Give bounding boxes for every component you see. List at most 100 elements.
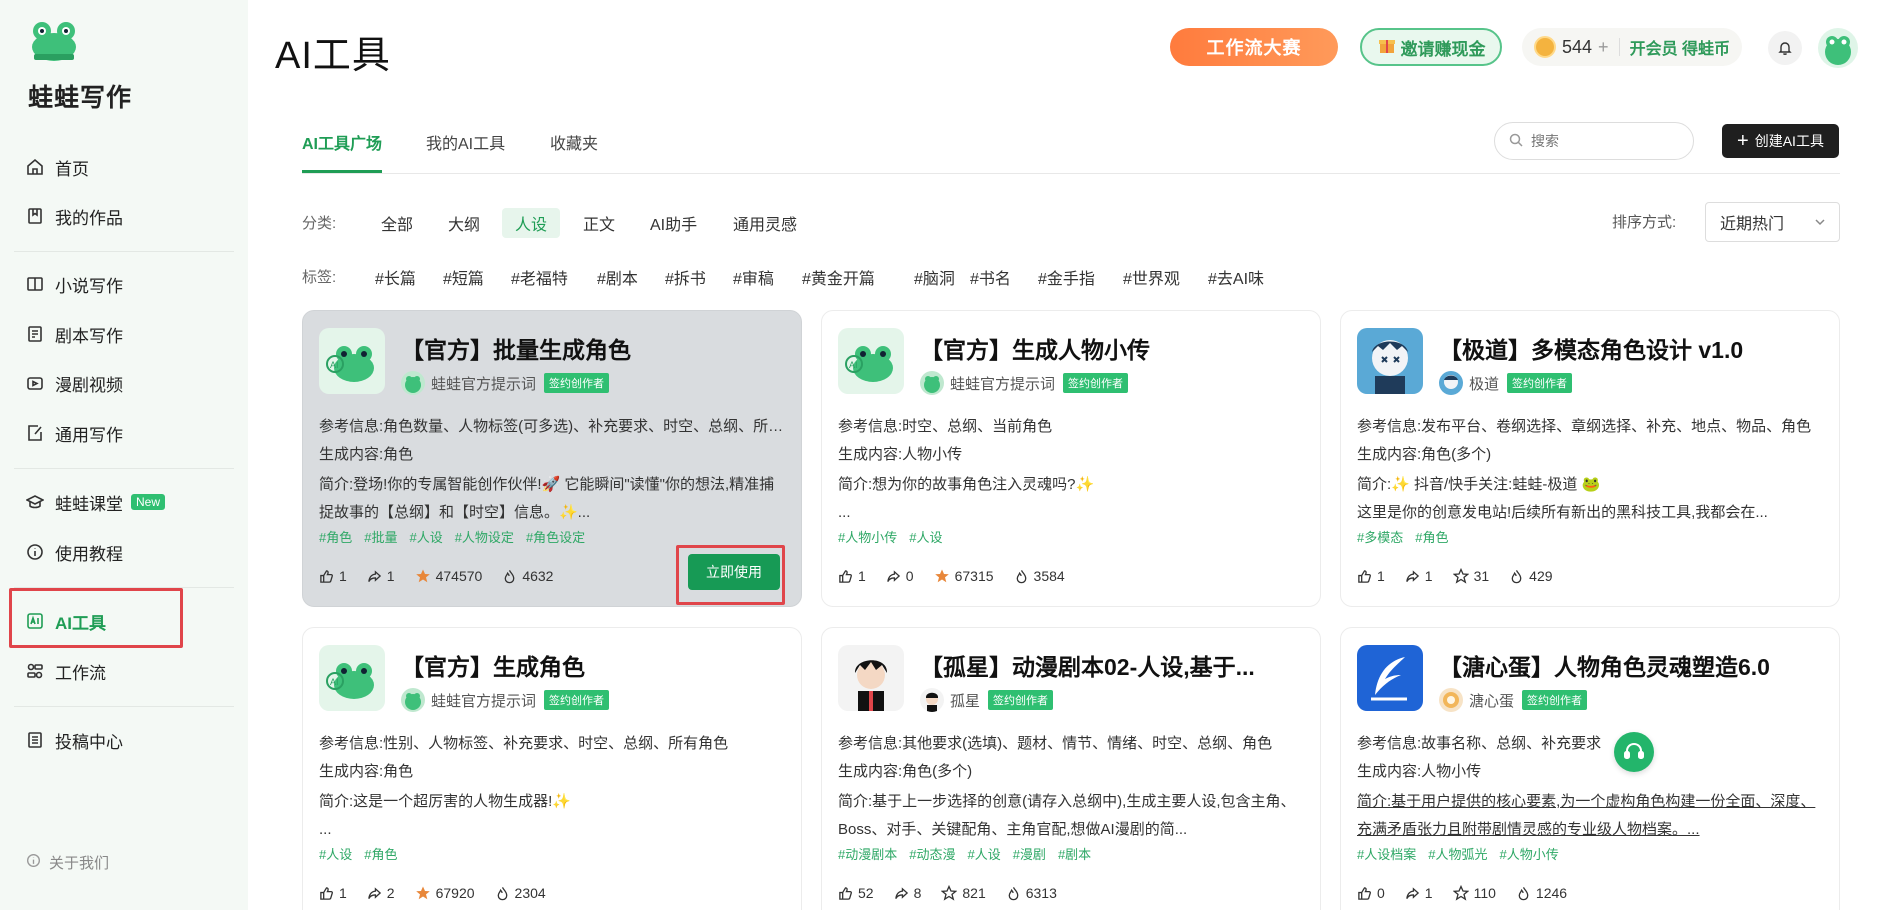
notification-bell-icon[interactable] bbox=[1768, 31, 1802, 65]
share-stat[interactable]: 2 bbox=[367, 885, 395, 901]
tag-filter[interactable]: #金手指 bbox=[1038, 265, 1095, 289]
tool-tag[interactable]: #人物弧光 bbox=[1428, 847, 1487, 862]
like-stat[interactable]: 1 bbox=[1357, 568, 1385, 584]
tag-filter[interactable]: #书名 bbox=[970, 265, 1011, 289]
tool-card[interactable]: AI 【官方】生成角色 蛙蛙官方提示词 签约创作者 参考信息:性别、人物标签、补… bbox=[302, 627, 802, 910]
sidebar-item-video[interactable]: 漫剧视频 bbox=[14, 362, 234, 404]
star-stat[interactable]: 31 bbox=[1452, 568, 1489, 584]
tool-author[interactable]: 孤星 签约创作者 bbox=[920, 688, 1054, 712]
sidebar-item-classroom[interactable]: 蛙蛙课堂 New bbox=[14, 481, 234, 523]
share-stat[interactable]: 1 bbox=[367, 568, 395, 584]
sidebar-item-label: 蛙蛙课堂 bbox=[55, 494, 123, 514]
like-stat[interactable]: 1 bbox=[319, 885, 347, 901]
sidebar-item-submission[interactable]: 投稿中心 bbox=[14, 719, 234, 761]
tool-title[interactable]: 【孤星】动漫剧本02-人设,基于... bbox=[920, 648, 1255, 682]
tag-filter[interactable]: #短篇 bbox=[443, 265, 484, 289]
about-us-link[interactable]: 关于我们 bbox=[26, 852, 109, 873]
like-stat[interactable]: 1 bbox=[838, 568, 866, 584]
tool-card[interactable]: 【溏心蛋】人物角色灵魂塑造6.0 溏心蛋 签约创作者 参考信息:故事名称、总纲、… bbox=[1340, 627, 1840, 910]
workflow-contest-button[interactable]: 工作流大赛 bbox=[1170, 28, 1338, 66]
tool-tag[interactable]: #人设 bbox=[319, 847, 352, 862]
tool-author[interactable]: 极道 签约创作者 bbox=[1439, 371, 1573, 395]
tool-author[interactable]: 蛙蛙官方提示词 签约创作者 bbox=[920, 371, 1129, 395]
star-stat[interactable]: 821 bbox=[941, 885, 986, 901]
tag-filter[interactable]: #拆书 bbox=[665, 265, 706, 289]
user-avatar[interactable] bbox=[1818, 28, 1858, 68]
tool-tag[interactable]: #剧本 bbox=[1058, 847, 1091, 862]
tab-favorites[interactable]: 收藏夹 bbox=[550, 130, 598, 154]
sidebar-item-novel[interactable]: 小说写作 bbox=[14, 263, 234, 305]
invite-cash-button[interactable]: 邀请赚现金 bbox=[1360, 28, 1502, 66]
tool-tag[interactable]: #角色 bbox=[364, 847, 397, 862]
tag-filter[interactable]: #脑洞 bbox=[914, 265, 955, 289]
tool-tag[interactable]: #角色 bbox=[1415, 530, 1448, 545]
share-stat[interactable]: 0 bbox=[886, 568, 914, 584]
like-stat[interactable]: 52 bbox=[838, 885, 874, 901]
tool-author[interactable]: 蛙蛙官方提示词 签约创作者 bbox=[401, 371, 610, 395]
vip-link[interactable]: 开会员 得蛙币 bbox=[1630, 35, 1730, 59]
tool-author[interactable]: 溏心蛋 签约创作者 bbox=[1439, 688, 1588, 712]
share-stat[interactable]: 8 bbox=[894, 885, 921, 901]
tag-filter[interactable]: #老福特 bbox=[511, 265, 568, 289]
tool-card[interactable]: AI 【官方】生成人物小传 蛙蛙官方提示词 签约创作者 参考信息:时空、总纲、当… bbox=[821, 310, 1321, 607]
tool-tag[interactable]: #角色 bbox=[319, 530, 352, 545]
sidebar-item-workflow[interactable]: 工作流 bbox=[14, 650, 234, 692]
tool-tag[interactable]: #人设档案 bbox=[1357, 847, 1416, 862]
tool-title[interactable]: 【官方】批量生成角色 bbox=[401, 331, 631, 365]
sidebar-item-tutorial[interactable]: 使用教程 bbox=[14, 531, 234, 573]
sort-select[interactable]: 近期热门 bbox=[1705, 202, 1840, 242]
tool-title[interactable]: 【溏心蛋】人物角色灵魂塑造6.0 bbox=[1439, 648, 1770, 682]
tool-tag[interactable]: #人物小传 bbox=[1499, 847, 1558, 862]
tool-card[interactable]: 【极道】多模态角色设计 v1.0 极道 签约创作者 参考信息:发布平台、卷纲选择… bbox=[1340, 310, 1840, 607]
tag-filter[interactable]: #剧本 bbox=[597, 265, 638, 289]
coin-balance[interactable]: 544 + 开会员 得蛙币 bbox=[1522, 28, 1742, 66]
tool-tag[interactable]: #批量 bbox=[364, 530, 397, 545]
tag-filter[interactable]: #审稿 bbox=[733, 265, 774, 289]
star-stat[interactable]: 67315 bbox=[934, 568, 994, 584]
tool-title[interactable]: 【极道】多模态角色设计 v1.0 bbox=[1439, 331, 1743, 365]
like-stat[interactable]: 0 bbox=[1357, 885, 1385, 901]
tool-tag[interactable]: #动态漫 bbox=[909, 847, 955, 862]
sidebar-item-home[interactable]: 首页 bbox=[14, 146, 234, 188]
star-stat[interactable]: 474570 bbox=[415, 568, 482, 584]
tag-filter[interactable]: #去AI味 bbox=[1208, 265, 1264, 289]
tool-tag[interactable]: #多模态 bbox=[1357, 530, 1403, 545]
tag-filter[interactable]: #世界观 bbox=[1123, 265, 1180, 289]
category-outline[interactable]: 大纲 bbox=[435, 208, 493, 238]
category-text[interactable]: 正文 bbox=[570, 208, 628, 238]
customer-service-icon[interactable] bbox=[1614, 732, 1654, 772]
category-all[interactable]: 全部 bbox=[368, 208, 426, 238]
create-ai-tool-button[interactable]: + 创建AI工具 bbox=[1722, 124, 1839, 158]
frog-logo-icon[interactable] bbox=[28, 18, 80, 64]
add-coins-button[interactable]: + bbox=[1598, 37, 1609, 58]
tool-tag[interactable]: #人设 bbox=[409, 530, 442, 545]
search-box[interactable] bbox=[1494, 122, 1694, 160]
share-stat[interactable]: 1 bbox=[1405, 885, 1433, 901]
sidebar-item-script[interactable]: 剧本写作 bbox=[14, 313, 234, 355]
sidebar-item-my-works[interactable]: 我的作品 bbox=[14, 195, 234, 237]
tool-title[interactable]: 【官方】生成人物小传 bbox=[920, 331, 1150, 365]
tool-tag[interactable]: #角色设定 bbox=[526, 530, 585, 545]
tool-tag[interactable]: #人物设定 bbox=[455, 530, 514, 545]
tool-tag[interactable]: #人物小传 bbox=[838, 530, 897, 545]
tool-title[interactable]: 【官方】生成角色 bbox=[401, 648, 585, 682]
category-ai-assistant[interactable]: AI助手 bbox=[637, 208, 710, 238]
tool-tag[interactable]: #人设 bbox=[967, 847, 1000, 862]
star-stat[interactable]: 67920 bbox=[415, 885, 475, 901]
tool-tag[interactable]: #动漫剧本 bbox=[838, 847, 897, 862]
tag-filter[interactable]: #黄金开篇 bbox=[802, 265, 875, 289]
tool-card[interactable]: 【孤星】动漫剧本02-人设,基于... 孤星 签约创作者 参考信息:其他要求(选… bbox=[821, 627, 1321, 910]
tool-tag[interactable]: #人设 bbox=[909, 530, 942, 545]
tool-author[interactable]: 蛙蛙官方提示词 签约创作者 bbox=[401, 688, 610, 712]
like-stat[interactable]: 1 bbox=[319, 568, 347, 584]
search-input[interactable] bbox=[1531, 133, 1681, 149]
sidebar-item-general-writing[interactable]: 通用写作 bbox=[14, 412, 234, 454]
share-stat[interactable]: 1 bbox=[1405, 568, 1433, 584]
tag-filter[interactable]: #长篇 bbox=[375, 265, 416, 289]
category-character[interactable]: 人设 bbox=[502, 208, 561, 238]
star-stat[interactable]: 110 bbox=[1452, 885, 1496, 901]
tool-tag[interactable]: #漫剧 bbox=[1013, 847, 1046, 862]
tab-ai-tool-square[interactable]: AI工具广场 bbox=[302, 130, 382, 154]
category-general-inspiration[interactable]: 通用灵感 bbox=[720, 208, 810, 238]
tab-my-ai-tools[interactable]: 我的AI工具 bbox=[426, 130, 505, 154]
